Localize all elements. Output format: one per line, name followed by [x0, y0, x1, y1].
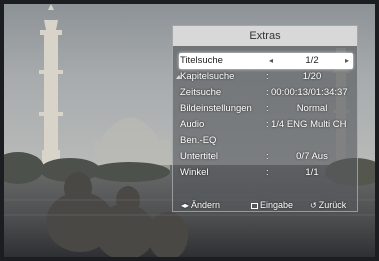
menu-title: Extras — [173, 26, 357, 46]
menu-item-winkel[interactable]: Winkel : 1/1 — [179, 165, 353, 181]
minaret-left — [39, 4, 63, 165]
menu-item-label: Winkel — [180, 167, 209, 178]
footer-change-hint: ◂▸ Ändern — [181, 198, 220, 213]
menu-item-bildeinstellungen[interactable]: Bildeinstellungen : Normal — [179, 101, 353, 117]
menu-item-ben-eq[interactable]: Ben.-EQ — [179, 133, 353, 149]
menu-item-label: Audio — [180, 119, 205, 130]
menu-item-separator: : — [266, 103, 269, 114]
footer-back-label: Zurück — [318, 200, 347, 210]
menu-item-label: Ben.-EQ — [180, 135, 217, 146]
menu-footer: ◂▸ Ändern Eingabe ↺ Zurück — [173, 198, 357, 212]
menu-item-separator: : — [266, 71, 269, 82]
menu-item-value: Normal — [296, 103, 328, 114]
footer-enter-hint: Eingabe — [251, 198, 293, 212]
menu-item-value: 1/1 — [305, 167, 319, 178]
menu-item-audio[interactable]: Audio : 1/4 ENG Multi CH — [179, 117, 353, 133]
arrow-right-icon[interactable]: ▸ — [345, 53, 349, 69]
menu-item-untertitel[interactable]: Untertitel : 0/7 Aus — [179, 149, 353, 165]
menu-item-value: 1/2 — [305, 55, 319, 66]
menu-item-label: Zeitsuche — [180, 87, 222, 98]
menu-item-label: Bildeinstellungen — [180, 103, 252, 114]
menu-item-value: 0/7 Aus — [296, 151, 328, 162]
menu-item-label: Kapitelsuche — [180, 71, 235, 82]
enter-icon — [251, 203, 258, 209]
menu-item-value: 1/20 — [302, 71, 322, 82]
menu-item-label: Titelsuche — [180, 55, 223, 66]
return-icon: ↺ — [310, 201, 317, 210]
extras-menu: Extras Titelsuche ◂ 1/2 ▸ Kapitelsuche :… — [172, 25, 358, 212]
menu-item-zeitsuche[interactable]: Zeitsuche : 00:00:13/01:34:37 — [179, 85, 353, 101]
menu-item-separator: : — [266, 167, 269, 178]
menu-item-separator: : — [266, 119, 269, 130]
menu-item-kapitelsuche[interactable]: Kapitelsuche : 1/20 — [179, 69, 353, 85]
menu-item-separator: : — [266, 151, 269, 162]
menu-item-titelsuche[interactable]: Titelsuche ◂ 1/2 ▸ — [179, 53, 353, 69]
footer-back-hint: ↺ Zurück — [310, 198, 346, 213]
menu-item-value: 00:00:13/01:34:37 — [271, 87, 348, 98]
menu-item-label: Untertitel — [180, 151, 219, 162]
menu-item-value: 1/4 ENG Multi CH — [271, 119, 347, 130]
left-right-arrows-icon: ◂▸ — [181, 201, 190, 210]
menu-item-separator: : — [266, 87, 269, 98]
footer-enter-label: Eingabe — [260, 200, 294, 210]
video-screen: Extras Titelsuche ◂ 1/2 ▸ Kapitelsuche :… — [0, 0, 379, 261]
footer-change-label: Ändern — [191, 200, 221, 210]
